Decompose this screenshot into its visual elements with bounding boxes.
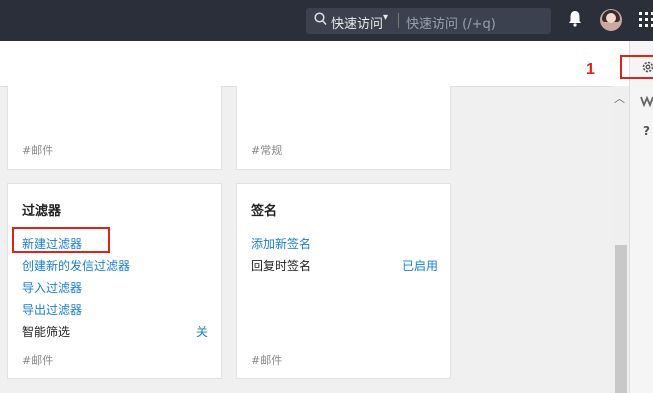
export-filter-link[interactable]: 导出过滤器 [22,301,82,318]
bell-icon[interactable] [568,10,582,31]
card-tag: #邮件 [251,354,283,367]
card-tag: #常规 [251,144,283,157]
wave-icon[interactable] [640,92,653,111]
smart-filter-label: 智能筛选 [22,325,71,339]
import-filter-link[interactable]: 导入过滤器 [22,279,82,296]
new-filter-highlight-box [12,227,110,253]
reply-signature-status[interactable]: 已启用 [402,257,438,274]
quick-access-search[interactable]: 快速访问 ▾ 快速访问 (/+q) [306,8,551,34]
add-signature-link[interactable]: 添加新签名 [251,235,311,252]
card-mail-general: #邮件 [7,86,222,170]
create-outgoing-filter-link[interactable]: 创建新的发信过滤器 [22,257,130,274]
card-tag: #邮件 [22,144,54,157]
signature-card-title: 签名 [251,204,278,219]
annotation-step-1: 1 [586,61,595,78]
filter-card-title: 过滤器 [22,204,62,219]
scroll-thumb[interactable] [615,245,627,393]
top-bar: 快速访问 ▾ 快速访问 (/+q) [0,0,653,41]
app-grid-icon[interactable] [639,12,653,32]
chevron-down-icon[interactable]: ▾ [383,12,388,23]
reply-signature-label: 回复时签名 [251,259,312,273]
card-tag: #邮件 [22,354,54,367]
search-input[interactable]: 快速访问 (/+q) [406,13,496,32]
search-icon [314,12,327,30]
card-general: #常规 [236,86,451,170]
quick-access-label[interactable]: 快速访问 [331,13,383,32]
settings-toolbar [0,41,629,87]
help-icon[interactable]: ? [643,124,650,138]
filter-card: 过滤器 新建过滤器 创建新的发信过滤器 导入过滤器 导出过滤器 智能筛选 关 #… [7,183,222,379]
divider [398,13,399,28]
smart-filter-toggle[interactable]: 关 [196,323,208,340]
avatar[interactable] [600,9,622,31]
signature-card: 签名 添加新签名 回复时签名 已启用 #邮件 [236,183,451,379]
settings-highlight-box [620,55,653,79]
scroll-up-arrow-icon[interactable]: ︿ [614,90,625,106]
